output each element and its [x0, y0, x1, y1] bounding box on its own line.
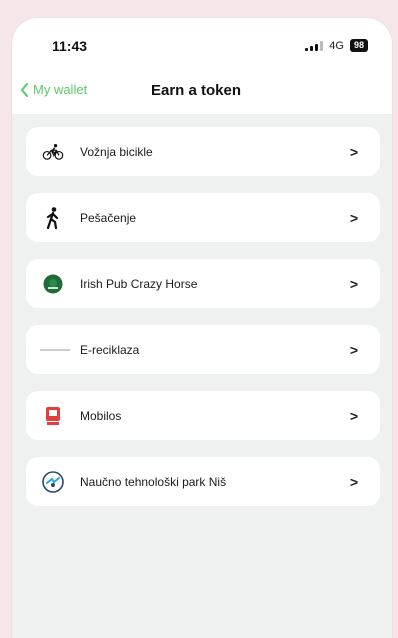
mobilos-logo-icon [42, 405, 64, 427]
nav-bar: My wallet Earn a token [12, 74, 392, 114]
list-item-walking[interactable]: Pešačenje > [26, 193, 380, 242]
back-label: My wallet [33, 82, 88, 97]
signal-icon [305, 40, 324, 51]
list-item-label: Mobilos [80, 408, 122, 423]
list-item-irish-pub[interactable]: Irish Pub Crazy Horse > [26, 259, 380, 308]
status-bar: 11:43 4G 98 [12, 18, 392, 74]
status-indicators: 4G 98 [305, 39, 368, 52]
list-item-label: Pešačenje [80, 210, 137, 225]
list-item-e-reciklaza[interactable]: E-reciklaza > [26, 325, 380, 374]
phone-screen: 11:43 4G 98 My wallet Earn a token Vožnj… [12, 18, 392, 638]
bicycle-icon [42, 141, 64, 163]
chevron-right-icon: > [349, 209, 358, 226]
irish-pub-logo-icon [42, 273, 64, 295]
chevron-right-icon: > [349, 275, 358, 292]
chevron-right-icon: > [349, 473, 358, 490]
list-item-label: Irish Pub Crazy Horse [80, 276, 198, 291]
list-item-label: Vožnja bicikle [80, 144, 153, 159]
list-item-mobilos[interactable]: Mobilos > [26, 391, 380, 440]
list-item-label: E-reciklaza [80, 342, 140, 357]
battery-icon: 98 [349, 39, 368, 52]
chevron-right-icon: > [349, 341, 358, 358]
ntp-nis-logo-icon [42, 470, 64, 493]
e-reciklaza-logo-icon [40, 339, 70, 361]
token-source-list: Vožnja bicikle > Pešačenje > Irish Pub C… [26, 127, 380, 523]
chevron-left-icon [21, 82, 28, 97]
chevron-right-icon: > [349, 143, 358, 160]
network-type: 4G [329, 39, 344, 52]
back-button[interactable]: My wallet [20, 82, 87, 97]
chevron-right-icon: > [349, 407, 358, 424]
page-title: Earn a token [151, 82, 242, 99]
list-item-ntp-nis[interactable]: Naučno tehnološki park Niš > [26, 457, 380, 506]
outer-frame: 11:43 4G 98 My wallet Earn a token Vožnj… [0, 0, 398, 638]
list-item-bicycle[interactable]: Vožnja bicikle > [26, 127, 380, 176]
status-time: 11:43 [52, 38, 88, 54]
walking-icon [42, 206, 64, 229]
list-item-label: Naučno tehnološki park Niš [80, 474, 227, 489]
